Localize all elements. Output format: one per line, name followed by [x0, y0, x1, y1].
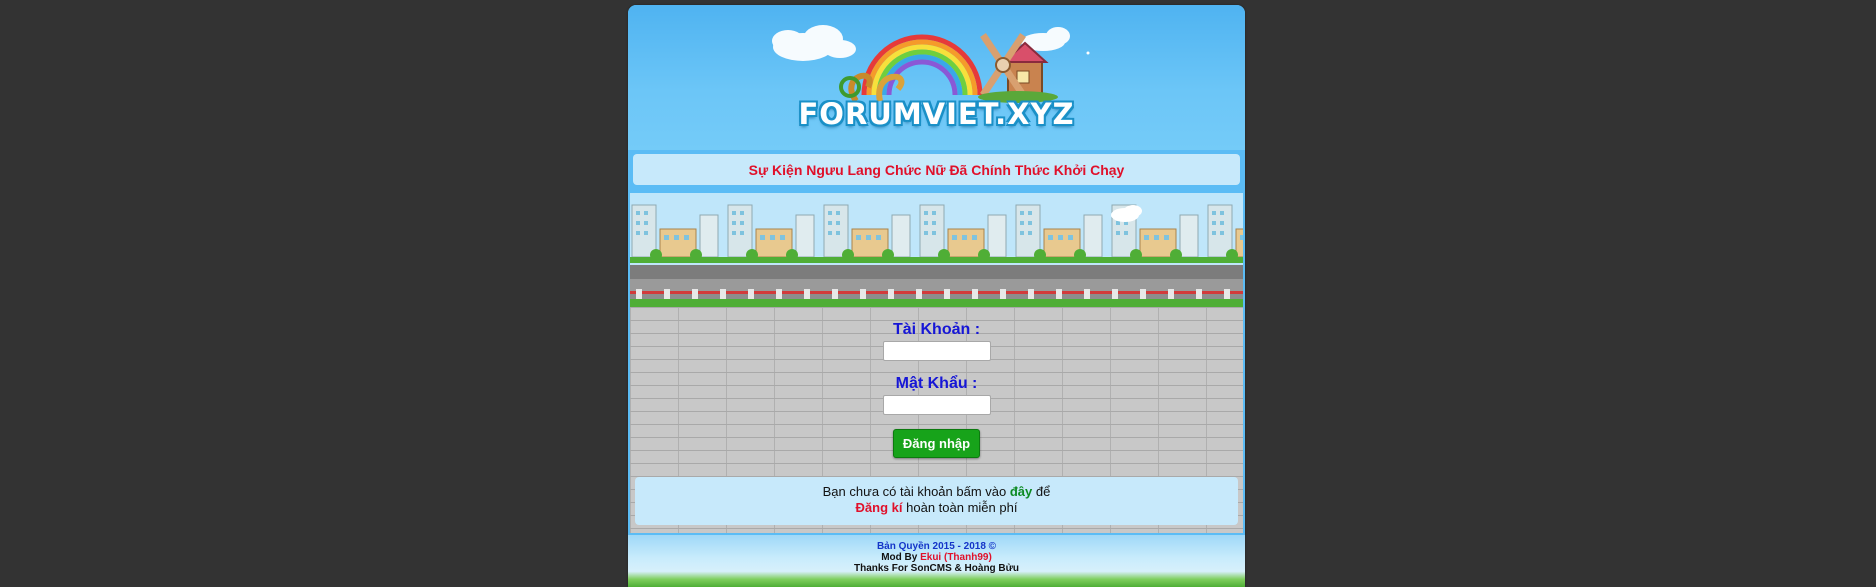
event-notice-banner: Sự Kiện Ngưu Lang Chức Nữ Đã Chính Thức … — [633, 154, 1240, 185]
road-strip — [630, 265, 1243, 307]
register-link[interactable]: Đăng kí — [856, 500, 903, 515]
signup-text: Bạn chưa có tài khoản bấm vào — [822, 484, 1010, 499]
page-container: FORUMVIET.XYZ Sự Kiện Ngưu Lang Chức Nữ … — [628, 5, 1245, 587]
mod-credit: Mod By Ekui (Thanh99) — [628, 552, 1245, 563]
signup-text-suffix: để — [1032, 484, 1051, 499]
thanks-text: Thanks For SonCMS & Hoàng Bửu — [853, 563, 1020, 574]
login-button[interactable]: Đăng nhập — [892, 429, 981, 458]
password-input[interactable] — [882, 395, 991, 415]
signup-line-1: Bạn chưa có tài khoản bấm vào đây để — [635, 484, 1238, 500]
signup-box: Bạn chưa có tài khoản bấm vào đây để Đăn… — [635, 477, 1238, 525]
mod-author: Ekui (Thanh99) — [920, 552, 992, 563]
copyright-text: Bản Quyền 2015 - 2018 © — [876, 541, 997, 552]
site-footer: Bản Quyền 2015 - 2018 © Mod By Ekui (Tha… — [628, 535, 1245, 587]
site-header: FORUMVIET.XYZ — [628, 5, 1245, 150]
username-input[interactable] — [882, 341, 991, 361]
signup-line-2: Đăng kí hoàn toàn miễn phí — [635, 500, 1238, 516]
signup-here-link[interactable]: đây — [1010, 484, 1032, 499]
register-suffix: hoàn toàn miễn phí — [902, 500, 1018, 515]
road-rail-illustration — [630, 265, 1243, 307]
login-form: Tài Khoản : Mật Khẩu : Đăng nhập — [630, 321, 1243, 458]
password-label: Mật Khẩu : — [895, 375, 978, 392]
username-label: Tài Khoản : — [892, 321, 981, 338]
mod-prefix: Mod By — [881, 552, 921, 563]
site-logo[interactable]: FORUMVIET.XYZ — [628, 97, 1245, 131]
